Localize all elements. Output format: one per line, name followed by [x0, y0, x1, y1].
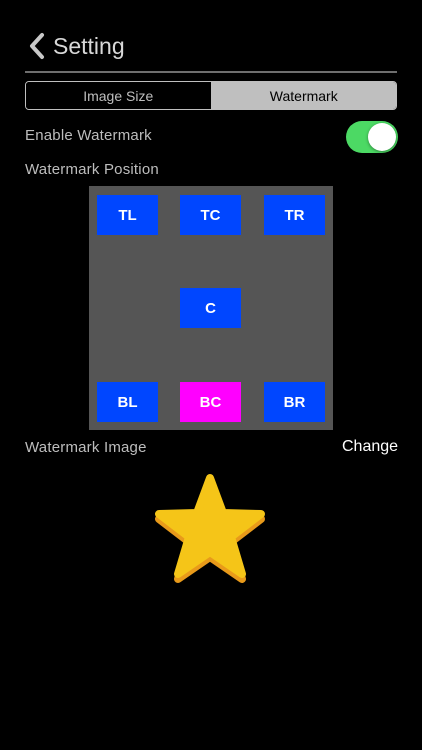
position-top-left-button[interactable]: TL	[97, 195, 158, 235]
star-icon	[155, 474, 265, 583]
watermark-position-label: Watermark Position	[25, 161, 159, 178]
tab-image-size[interactable]: Image Size	[26, 82, 212, 109]
tab-segmented-control: Image Size Watermark	[25, 81, 397, 110]
position-bottom-left-button[interactable]: BL	[97, 382, 158, 422]
position-center-button[interactable]: C	[180, 288, 241, 328]
back-button[interactable]	[28, 30, 48, 62]
header-divider	[25, 71, 397, 73]
position-bottom-right-button[interactable]: BR	[264, 382, 325, 422]
watermark-image-preview	[152, 470, 268, 586]
watermark-image-label: Watermark Image	[25, 439, 147, 456]
page-title: Setting	[53, 33, 125, 59]
toggle-knob	[368, 123, 396, 151]
position-top-right-button[interactable]: TR	[264, 195, 325, 235]
nav-header: Setting	[0, 0, 422, 73]
tab-watermark[interactable]: Watermark	[211, 82, 396, 109]
position-grid: TL TC TR C BL BC BR	[89, 186, 333, 430]
position-top-center-button[interactable]: TC	[180, 195, 241, 235]
position-bottom-center-button[interactable]: BC	[180, 382, 241, 422]
change-image-button[interactable]: Change	[342, 438, 398, 456]
enable-watermark-label: Enable Watermark	[25, 127, 152, 144]
chevron-left-icon	[30, 33, 44, 59]
enable-watermark-toggle[interactable]	[346, 121, 398, 153]
